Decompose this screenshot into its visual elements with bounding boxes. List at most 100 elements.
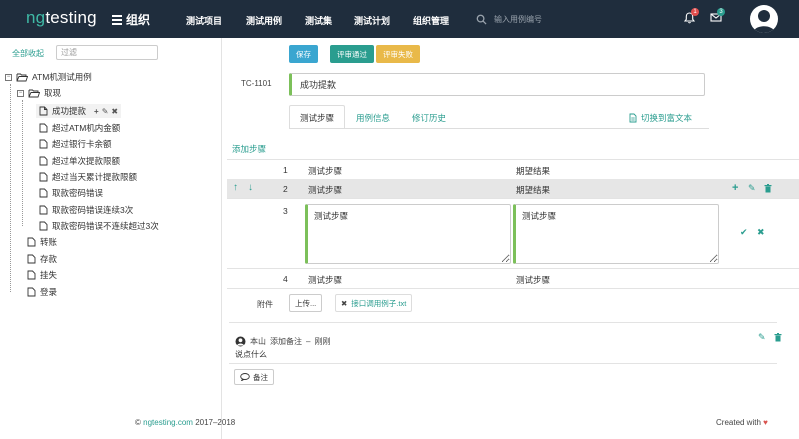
review-fail-button[interactable]: 评审失败 — [376, 45, 420, 63]
search-icon — [476, 14, 487, 25]
footer-copyright: © ngtesting.com 2017–2018 — [135, 418, 235, 427]
tree-node-case[interactable]: 超过单次提款限额 — [39, 155, 120, 167]
logo-testing: testing — [45, 8, 97, 27]
cancel-x-icon[interactable]: ✖ — [757, 227, 765, 238]
comment-separator: – — [306, 337, 311, 346]
step-number: 2 — [283, 184, 288, 194]
nav-test-projects[interactable]: 测试项目 — [186, 14, 222, 27]
nav-test-plans[interactable]: 测试计划 — [354, 14, 390, 27]
save-button[interactable]: 保存 — [289, 45, 318, 63]
tree-filter-input[interactable] — [56, 45, 158, 60]
step-row[interactable]: 4 测试步骤 测试步骤 — [227, 269, 799, 288]
step-number: 3 — [283, 206, 288, 216]
org-label: 组织 — [126, 13, 151, 27]
comment-bubble-icon — [240, 373, 250, 381]
file-icon — [39, 156, 48, 166]
add-note-button[interactable]: 备注 — [234, 369, 274, 385]
collapse-toggle-icon[interactable]: − — [5, 73, 12, 81]
notifications-button[interactable]: 1 — [683, 8, 699, 26]
move-down-icon[interactable]: ↓ — [248, 182, 253, 193]
move-up-icon[interactable]: ↑ — [233, 182, 238, 193]
tree-node-label: 成功提款 — [52, 106, 87, 116]
messages-button[interactable]: 3 — [710, 8, 725, 26]
logo-ng: ng — [26, 8, 46, 27]
switch-rich-text-link[interactable]: 切换到富文本 — [629, 112, 692, 124]
case-search-input[interactable] — [494, 14, 614, 24]
nav-test-suites[interactable]: 测试集 — [305, 14, 332, 27]
step-description: 测试步骤 — [308, 275, 343, 285]
tree-node-case[interactable]: 超过ATM机内金额 — [39, 122, 120, 134]
tree-node-case[interactable]: 超过当天累计提款限额 — [39, 171, 137, 183]
tab-case-info[interactable]: 用例信息 — [345, 105, 401, 129]
folder-open-icon — [16, 73, 28, 82]
app-logo[interactable]: ngtesting — [26, 8, 97, 28]
nav-org-management[interactable]: 组织管理 — [413, 14, 449, 27]
step-description-editor[interactable]: 测试步骤 — [305, 204, 511, 264]
case-tree-sidebar: 全部收起 − ATM机测试用例 − 取现 成功提款 + ✎ ✖ 超过ATM机内金… — [0, 38, 222, 439]
comment-header: 本山 添加备注 – 刚刚 — [235, 336, 330, 347]
tree-node-case[interactable]: 登录 — [27, 286, 57, 298]
review-pass-button[interactable]: 评审通过 — [330, 45, 374, 63]
collapse-all-link[interactable]: 全部收起 — [12, 48, 44, 59]
edit-icon[interactable]: ✎ — [102, 107, 109, 116]
file-icon — [39, 139, 48, 149]
edit-comment-icon[interactable]: ✎ — [758, 332, 766, 343]
tabs-divider — [289, 128, 709, 129]
top-navbar: ngtesting 组织 测试项目 测试用例 测试集 测试计划 组织管理 1 3 — [0, 0, 799, 38]
case-detail-panel: 保存 评审通过 评审失败 TC-1101 测试步骤 用例信息 修订历史 切换到富… — [223, 38, 799, 439]
tree-node-root[interactable]: − ATM机测试用例 — [5, 71, 92, 83]
tree-node-case[interactable]: 取款密码错误 — [39, 187, 103, 199]
upload-button[interactable]: 上传... — [289, 294, 323, 312]
org-menu[interactable]: 组织 — [112, 11, 150, 28]
tree-node-label: 超过单次提款限额 — [52, 156, 121, 166]
add-icon[interactable]: + — [94, 107, 99, 116]
attachment-chip: ✖ 接口调用例子.txt — [335, 294, 413, 312]
tree-node-case[interactable]: 超过银行卡余额 — [39, 138, 112, 150]
tab-revision-history[interactable]: 修订历史 — [401, 105, 457, 129]
confirm-check-icon[interactable]: ✔ — [740, 227, 748, 238]
site-link[interactable]: ngtesting.com — [143, 418, 193, 427]
tree-node-label: 取款密码错误连续3次 — [52, 205, 134, 215]
case-id: TC-1101 — [241, 79, 272, 88]
tree-node-case[interactable]: 挂失 — [27, 269, 57, 281]
tree-guide-line — [22, 100, 23, 226]
tree-node-case[interactable]: 取款密码错误不连续超过3次 — [39, 220, 159, 232]
tree-node-label: 存款 — [40, 254, 58, 264]
user-avatar[interactable] — [750, 5, 778, 33]
tab-test-steps[interactable]: 测试步骤 — [289, 105, 346, 129]
detail-tabs: 测试步骤 用例信息 修订历史 — [289, 105, 457, 129]
collapse-toggle-icon[interactable]: − — [17, 89, 24, 97]
comment-time: 刚刚 — [314, 337, 331, 346]
file-icon — [27, 287, 36, 297]
step-row[interactable]: 1 测试步骤 期望结果 — [227, 160, 799, 179]
edit-step-icon[interactable]: ✎ — [748, 183, 756, 194]
step-description: 测试步骤 — [308, 185, 343, 195]
tree-node-label: 超过当天累计提款限额 — [52, 172, 138, 182]
attachment-filename[interactable]: 接口调用例子.txt — [351, 298, 406, 309]
folder-open-icon — [28, 89, 40, 98]
file-icon — [27, 270, 36, 280]
tree-node-folder[interactable]: − 取现 — [17, 87, 61, 99]
copyright-years: 2017–2018 — [195, 418, 236, 427]
tree-guide-line — [10, 84, 11, 292]
delete-comment-icon[interactable] — [774, 333, 782, 342]
add-step-icon[interactable]: + — [732, 182, 738, 194]
file-icon — [39, 188, 48, 198]
delete-icon[interactable]: ✖ — [111, 107, 118, 116]
file-icon — [39, 205, 48, 215]
tree-node-label: 取款密码错误 — [52, 188, 104, 198]
add-step-link[interactable]: 添加步骤 — [232, 143, 266, 155]
trash-icon[interactable] — [764, 184, 772, 193]
remove-attachment-icon[interactable]: ✖ — [341, 299, 347, 308]
step-expected-editor[interactable]: 测试步骤 — [513, 204, 719, 264]
step-row-hovered[interactable]: ↑ ↓ 2 测试步骤 期望结果 + ✎ — [227, 179, 799, 198]
case-title-input[interactable] — [289, 73, 705, 96]
tree-node-case[interactable]: 存款 — [27, 253, 57, 265]
tree-node-case-selected[interactable]: 成功提款 + ✎ ✖ — [36, 104, 122, 118]
comment-divider — [229, 363, 777, 364]
tree-node-case[interactable]: 转账 — [27, 236, 57, 248]
tree-node-case[interactable]: 取款密码错误连续3次 — [39, 204, 133, 216]
file-icon — [27, 237, 36, 247]
step-expected: 测试步骤 — [516, 275, 551, 285]
nav-test-cases[interactable]: 测试用例 — [246, 14, 282, 27]
